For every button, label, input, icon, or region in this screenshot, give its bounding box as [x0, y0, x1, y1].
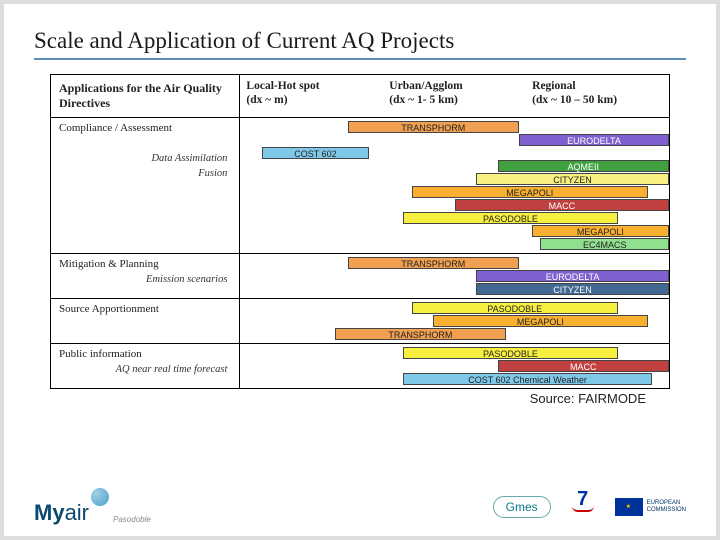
project-bar: TRANSPHORM	[348, 121, 519, 133]
header-applications: Applications for the Air Quality Directi…	[51, 75, 240, 117]
project-bar: COST 602 Chemical Weather	[403, 373, 652, 385]
chart-header-row: Applications for the Air Quality Directi…	[51, 75, 669, 118]
section-label: Public informationAQ near real time fore…	[51, 344, 240, 388]
project-bar: TRANSPHORM	[335, 328, 506, 340]
page-title: Scale and Application of Current AQ Proj…	[34, 28, 686, 54]
project-bar: COST 602	[262, 147, 369, 159]
project-bar: EURODELTA	[476, 270, 669, 282]
project-bar: PASODOBLE	[403, 212, 617, 224]
header-col-0: Local-Hot spot(dx ~ m)	[240, 75, 383, 117]
section-label: Mitigation & PlanningEmission scenarios	[51, 254, 240, 298]
project-bar: MEGAPOLI	[532, 225, 669, 237]
project-bar: PASODOBLE	[403, 347, 617, 359]
section-bars: TRANSPHORMEURODELTA COST 602 AQMEIICITYZEN…	[240, 118, 669, 253]
project-bar: TRANSPHORM	[348, 257, 519, 269]
aq-projects-chart: Applications for the Air Quality Directi…	[50, 74, 670, 389]
source-label: Source: FAIRMODE	[34, 391, 646, 406]
project-bar: PASODOBLE	[412, 302, 618, 314]
project-bar: AQMEII	[498, 160, 669, 172]
header-col-2: Regional(dx ~ 10 – 50 km)	[526, 75, 669, 117]
section-label: Source Apportionment	[51, 299, 240, 343]
section-bars: TRANSPHORMEURODELTACITYZEN	[240, 254, 669, 298]
project-bar: CITYZEN	[476, 173, 669, 185]
project-bar: MACC	[498, 360, 669, 372]
section-row: Mitigation & PlanningEmission scenariosT…	[51, 254, 669, 299]
section-label: Compliance / Assessment Data Assimilatio…	[51, 118, 240, 253]
header-col-1: Urban/Agglom(dx ~ 1- 5 km)	[383, 75, 526, 117]
project-bar: MEGAPOLI	[412, 186, 648, 198]
logo-gmes: Gmes	[493, 496, 551, 518]
eu-flag-icon	[615, 498, 643, 516]
title-rule	[34, 58, 686, 60]
section-row: Source ApportionmentPASODOBLEMEGAPOLITRA…	[51, 299, 669, 344]
logo-fp7: 7	[569, 492, 597, 522]
project-bar: CITYZEN	[476, 283, 669, 295]
project-bar: MEGAPOLI	[433, 315, 647, 327]
section-bars: PASODOBLEMACCCOST 602 Chemical Weather	[240, 344, 669, 388]
footer-logos: Myair Pasodoble Gmes 7 EUROPEAN COMMISSI…	[34, 488, 686, 526]
myair-ball-icon	[91, 488, 109, 506]
project-bar: MACC	[455, 199, 669, 211]
section-row: Public informationAQ near real time fore…	[51, 344, 669, 388]
project-bar: EC4MACS	[540, 238, 669, 250]
logo-european-commission: EUROPEAN COMMISSION	[615, 498, 686, 516]
project-bar: EURODELTA	[519, 134, 669, 146]
section-row: Compliance / Assessment Data Assimilatio…	[51, 118, 669, 254]
section-bars: PASODOBLEMEGAPOLITRANSPHORM	[240, 299, 669, 343]
logo-myair: Myair Pasodoble	[34, 488, 151, 526]
